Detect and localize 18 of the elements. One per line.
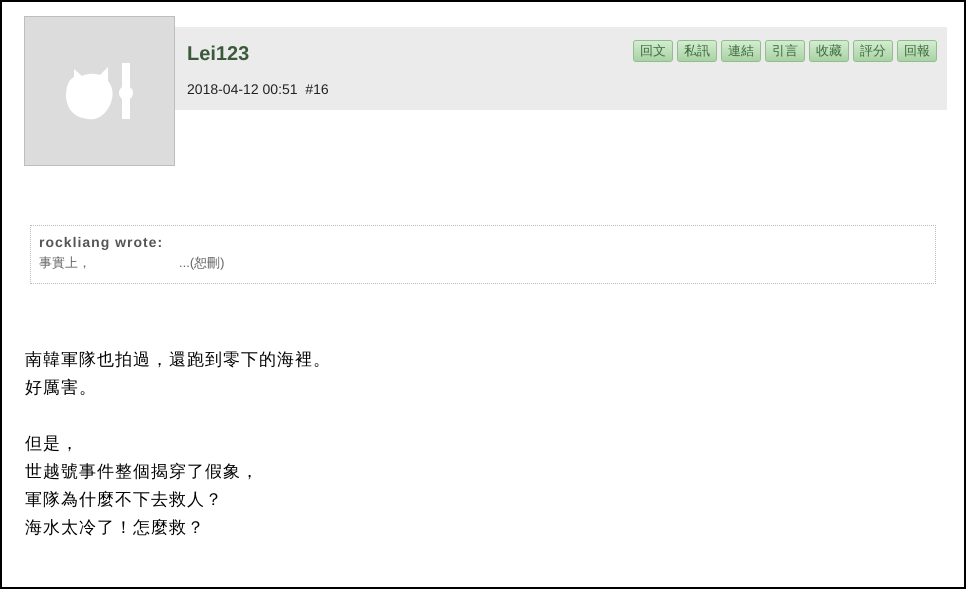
action-button[interactable]: 回報 [897, 40, 937, 62]
author-name: Lei123 [187, 42, 250, 67]
action-button[interactable]: 評分 [853, 40, 893, 62]
action-button[interactable]: 回文 [633, 40, 673, 62]
action-button[interactable]: 私訊 [677, 40, 717, 62]
action-button[interactable]: 連結 [721, 40, 761, 62]
post-text-line: 好厲害。 [25, 377, 98, 399]
action-button[interactable]: 收藏 [809, 40, 849, 62]
post-text-line: 海水太冷了！怎麼救？ [25, 517, 206, 539]
post-text-line: 但是， [25, 433, 80, 455]
action-button[interactable]: 引言 [765, 40, 805, 62]
post-text-line: 軍隊為什麼不下去救人？ [25, 489, 224, 511]
quote-text: ...(恕刪) [179, 254, 224, 272]
quote-author: rockliang wrote: [39, 233, 164, 252]
post-text-line: 南韓軍隊也拍過，還跑到零下的海裡。 [25, 349, 332, 371]
post-meta: 2018-04-12 00:51 #16 [187, 80, 329, 99]
quote-text: 事實上， [39, 254, 91, 272]
post-text-line: 世越號事件整個揭穿了假象， [25, 461, 260, 483]
